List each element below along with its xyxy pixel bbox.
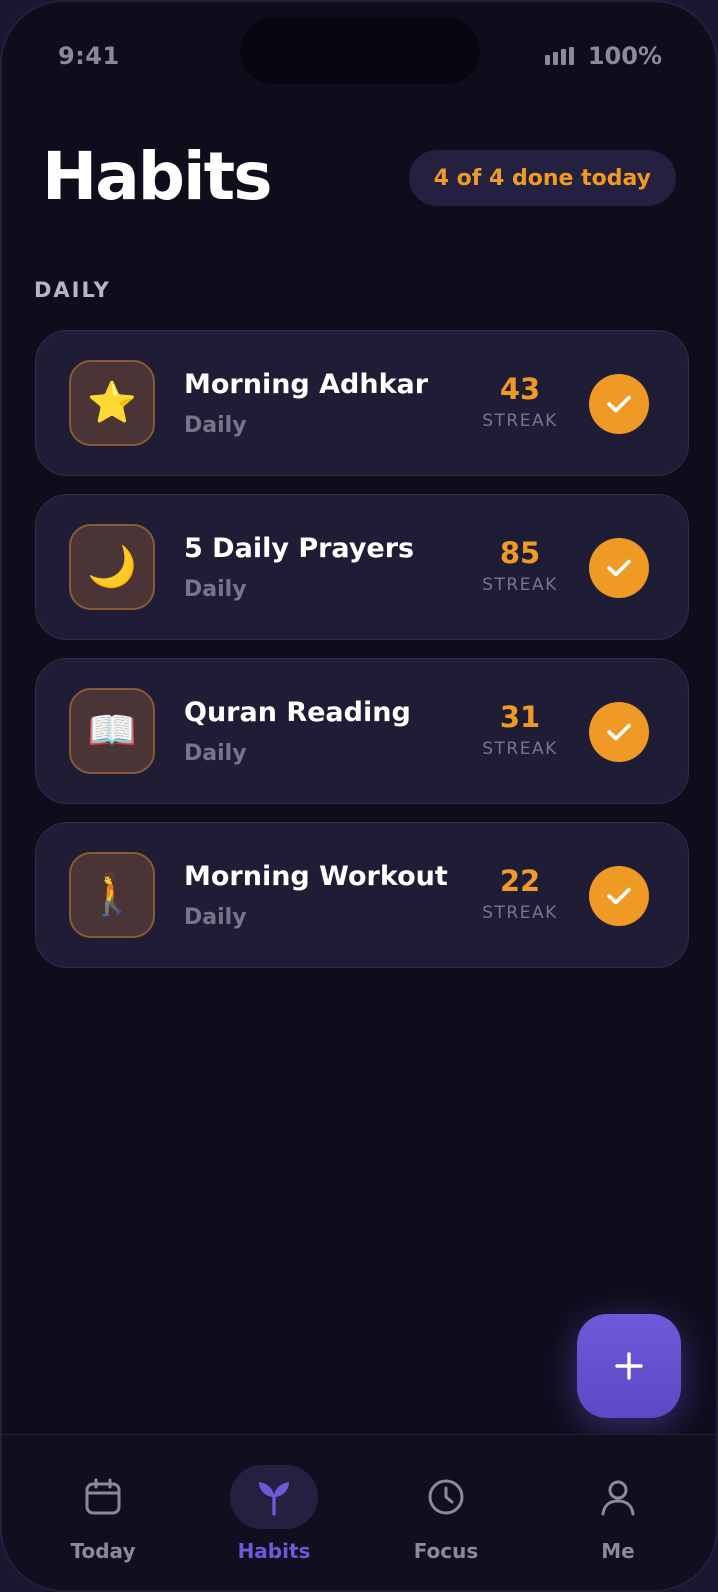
tab-label: Focus: [413, 1539, 479, 1563]
plus-icon: [615, 1352, 643, 1380]
status-time: 9:41: [58, 42, 120, 70]
tab-label: Habits: [237, 1539, 311, 1563]
clock-icon: [428, 1479, 464, 1515]
checkmark-icon: [607, 395, 631, 413]
complete-toggle-button[interactable]: [589, 374, 649, 434]
streak-label: STREAK: [482, 903, 558, 923]
streak-label: STREAK: [482, 739, 558, 759]
streak-label: STREAK: [482, 411, 558, 431]
streak-label: STREAK: [482, 575, 558, 595]
habit-frequency: Daily: [184, 577, 247, 602]
habit-name: Quran Reading: [184, 697, 411, 728]
star-icon: ⭐: [69, 360, 155, 446]
tab-label: Me: [601, 1539, 635, 1563]
phone-screen: 9:41 100% Habits 4 of 4 done today DAILY…: [0, 0, 718, 1592]
streak-counter: 43 STREAK: [468, 371, 572, 431]
tab-habits[interactable]: Habits: [199, 1465, 349, 1575]
tab-icon-container: [574, 1465, 662, 1529]
habit-card[interactable]: 📖 Quran Reading Daily 31 STREAK: [35, 658, 689, 804]
streak-count: 22: [499, 864, 541, 898]
habit-name: Morning Adhkar: [184, 369, 429, 400]
battery-level: 100%: [587, 42, 662, 70]
streak-count: 31: [499, 700, 541, 734]
dynamic-island: [240, 18, 480, 84]
complete-toggle-button[interactable]: [589, 866, 649, 926]
tab-label: Today: [70, 1539, 136, 1563]
section-label-daily: DAILY: [34, 278, 111, 302]
streak-counter: 85 STREAK: [468, 535, 572, 595]
habit-frequency: Daily: [184, 413, 247, 438]
tab-icon-container: [230, 1465, 318, 1529]
signal-icon: [544, 47, 574, 65]
open-book-icon: 📖: [69, 688, 155, 774]
habit-card[interactable]: 🌙 5 Daily Prayers Daily 85 STREAK: [35, 494, 689, 640]
habit-name: Morning Workout: [184, 861, 448, 892]
tab-focus[interactable]: Focus: [371, 1465, 521, 1575]
checkmark-icon: [607, 723, 631, 741]
progress-badge: 4 of 4 done today: [408, 150, 676, 206]
sprout-icon: [259, 1482, 289, 1516]
habit-card[interactable]: 🚶 Morning Workout Daily 22 STREAK: [35, 822, 689, 968]
streak-counter: 22 STREAK: [468, 863, 572, 923]
calendar-icon: [85, 1478, 121, 1515]
habit-card[interactable]: ⭐ Morning Adhkar Daily 43 STREAK: [35, 330, 689, 476]
habit-list: ⭐ Morning Adhkar Daily 43 STREAK 🌙 5 Dai…: [35, 330, 689, 986]
checkmark-icon: [607, 887, 631, 905]
checkmark-icon: [607, 559, 631, 577]
habit-name: 5 Daily Prayers: [184, 533, 415, 564]
streak-counter: 31 STREAK: [468, 699, 572, 759]
person-icon: [601, 1480, 635, 1516]
habit-frequency: Daily: [184, 905, 247, 930]
tab-today[interactable]: Today: [28, 1465, 178, 1575]
streak-count: 85: [499, 536, 541, 570]
tab-icon-container: [59, 1465, 147, 1529]
tab-me[interactable]: Me: [543, 1465, 693, 1575]
status-indicators: 100%: [544, 42, 662, 70]
bottom-tab-bar: Today Habits Focus Me: [2, 1434, 716, 1590]
tab-icon-container: [402, 1465, 490, 1529]
complete-toggle-button[interactable]: [589, 538, 649, 598]
streak-count: 43: [499, 372, 541, 406]
habit-frequency: Daily: [184, 741, 247, 766]
person-walking-icon: 🚶: [69, 852, 155, 938]
page-title: Habits: [42, 138, 272, 215]
add-habit-button[interactable]: [577, 1314, 681, 1418]
crescent-moon-icon: 🌙: [69, 524, 155, 610]
complete-toggle-button[interactable]: [589, 702, 649, 762]
